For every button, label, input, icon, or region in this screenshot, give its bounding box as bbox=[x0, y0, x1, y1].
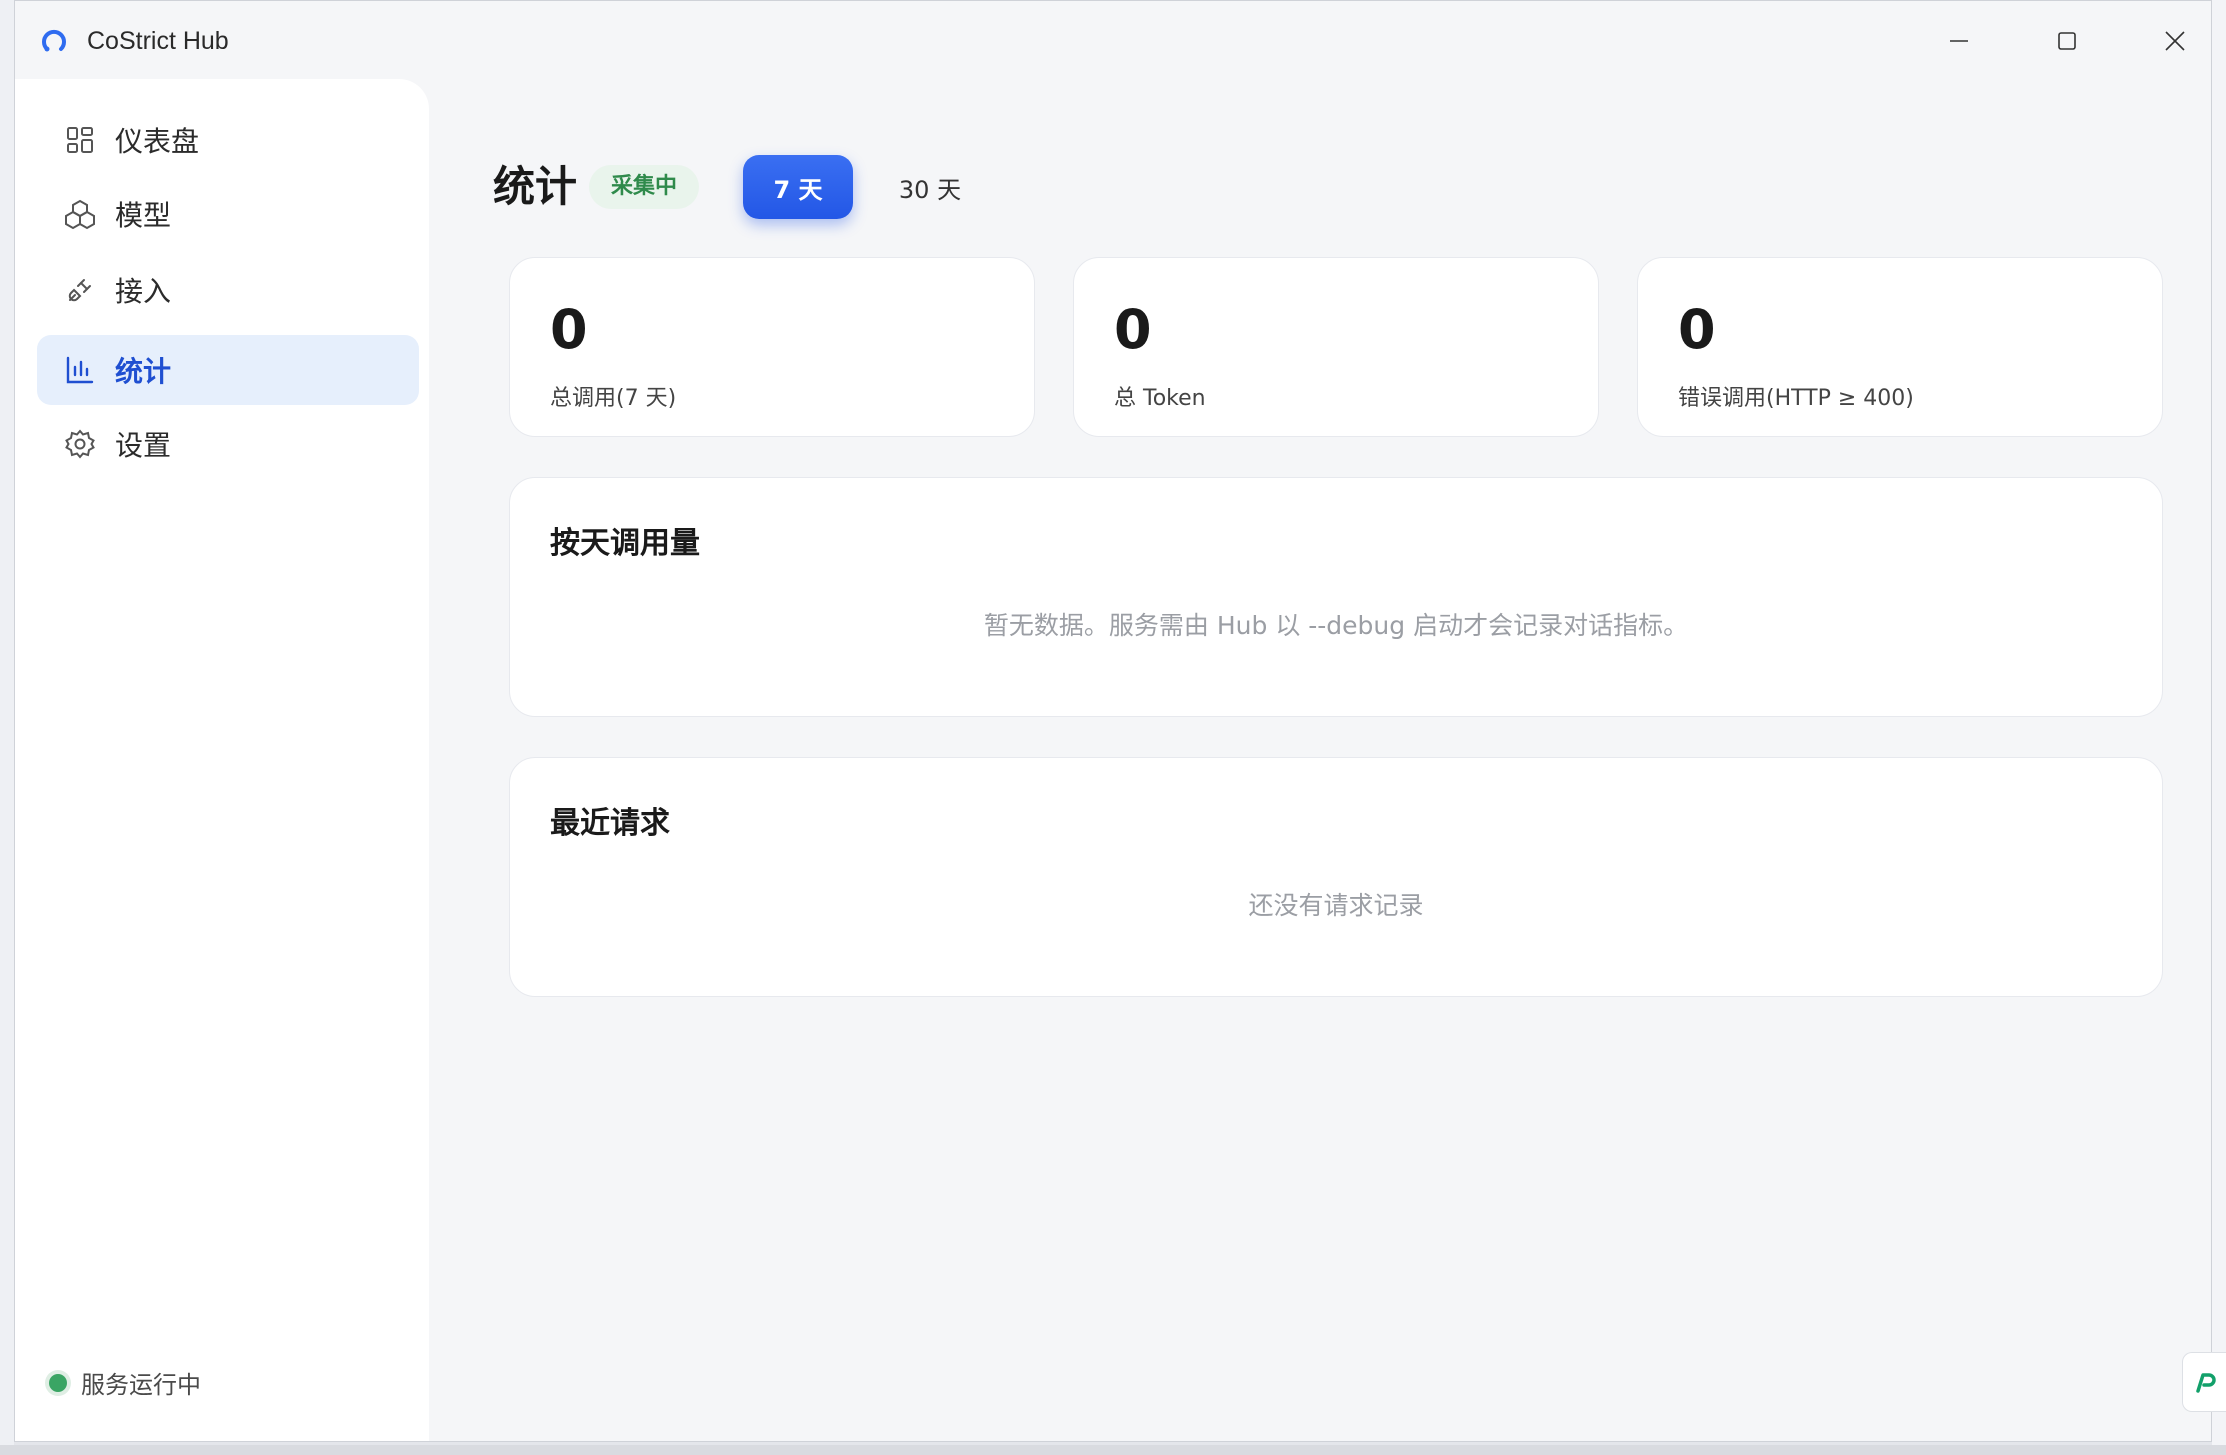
sidebar-item-label: 模型 bbox=[115, 199, 172, 232]
panel-title: 按天调用量 bbox=[550, 526, 700, 561]
app-window: CoStrict Hub 仪表盘 模型 接入 统计 设置 服务运行中 统计 采集… bbox=[14, 0, 2212, 1442]
stat-card-total-tokens: 0 总 Token bbox=[1073, 257, 1599, 437]
panel-title: 最近请求 bbox=[550, 806, 670, 841]
sidebar-item-label: 统计 bbox=[115, 355, 172, 388]
stat-card-total-calls: 0 总调用(7 天) bbox=[509, 257, 1035, 437]
desktop-background-bottom bbox=[0, 1445, 2226, 1455]
maximize-button[interactable] bbox=[2037, 15, 2097, 67]
stat-value: 0 bbox=[1678, 298, 1716, 361]
minimize-icon bbox=[1950, 40, 1968, 42]
status-badge: 采集中 bbox=[589, 165, 700, 209]
maximize-icon bbox=[2058, 32, 2076, 50]
sidebar-item-statistics[interactable]: 统计 bbox=[37, 335, 419, 405]
sidebar-item-integration[interactable]: 接入 bbox=[37, 255, 419, 325]
daily-calls-panel: 按天调用量 暂无数据。服务需由 Hub 以 --debug 启动才会记录对话指标… bbox=[509, 477, 2163, 717]
stat-value: 0 bbox=[550, 298, 588, 361]
status-dot bbox=[49, 1373, 67, 1392]
range-30-days-button[interactable]: 30 天 bbox=[865, 155, 995, 219]
main-content: 统计 采集中 7 天 30 天 0 总调用(7 天) 0 总 Token 0 错… bbox=[429, 79, 2211, 1441]
close-icon bbox=[2165, 31, 2185, 51]
status-text: 服务运行中 bbox=[81, 1371, 201, 1399]
assistant-logo-icon bbox=[2196, 1373, 2216, 1393]
sidebar: 仪表盘 模型 接入 统计 设置 服务运行中 bbox=[15, 79, 429, 1441]
stat-label: 错误调用(HTTP ≥ 400) bbox=[1678, 386, 1914, 411]
gear-icon bbox=[63, 427, 97, 461]
app-logo-icon bbox=[42, 29, 66, 52]
recent-requests-panel: 最近请求 还没有请求记录 bbox=[509, 757, 2163, 997]
sidebar-item-settings[interactable]: 设置 bbox=[37, 409, 419, 479]
dashboard-icon bbox=[63, 123, 97, 157]
service-status: 服务运行中 bbox=[49, 1365, 201, 1400]
range-7-days-button[interactable]: 7 天 bbox=[743, 155, 853, 219]
sidebar-item-label: 接入 bbox=[115, 275, 172, 308]
page-title: 统计 bbox=[493, 162, 578, 211]
desktop-background-right bbox=[2212, 0, 2226, 1455]
empty-state-message: 暂无数据。服务需由 Hub 以 --debug 启动才会记录对话指标。 bbox=[983, 611, 1689, 640]
title-bar[interactable]: CoStrict Hub bbox=[15, 1, 2211, 79]
sidebar-item-dashboard[interactable]: 仪表盘 bbox=[37, 105, 419, 175]
stat-label: 总调用(7 天) bbox=[550, 386, 677, 411]
stat-label: 总 Token bbox=[1114, 386, 1206, 411]
sidebar-item-label: 仪表盘 bbox=[115, 125, 200, 158]
desktop-background-left bbox=[0, 0, 14, 1455]
window-title: CoStrict Hub bbox=[87, 27, 229, 55]
bar-chart-icon bbox=[63, 353, 97, 387]
empty-state-message: 还没有请求记录 bbox=[1248, 891, 1424, 920]
stat-card-error-calls: 0 错误调用(HTTP ≥ 400) bbox=[1637, 257, 2163, 437]
close-button[interactable] bbox=[2145, 15, 2205, 67]
floating-assistant-button[interactable] bbox=[2182, 1352, 2226, 1412]
minimize-button[interactable] bbox=[1929, 15, 1989, 67]
sidebar-item-label: 设置 bbox=[115, 429, 172, 462]
models-icon bbox=[63, 197, 97, 231]
sidebar-item-models[interactable]: 模型 bbox=[37, 179, 419, 249]
stat-value: 0 bbox=[1114, 298, 1152, 361]
plug-icon bbox=[63, 273, 97, 307]
